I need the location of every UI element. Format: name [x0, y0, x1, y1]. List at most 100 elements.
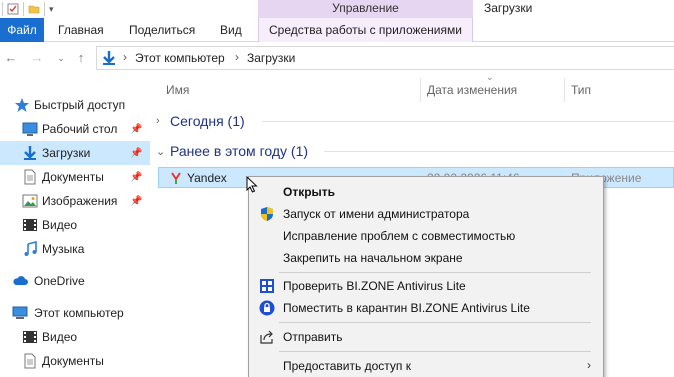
group-divider: [262, 121, 674, 122]
ribbon-tabs: Файл Главная Поделиться Вид Средства раб…: [0, 18, 674, 42]
context-menu: Открыть Запуск от имени администратора И…: [248, 176, 604, 377]
tab-file[interactable]: Файл: [0, 18, 44, 42]
contextual-group-band: Управление: [258, 0, 473, 18]
tab-share[interactable]: Поделиться: [129, 18, 195, 42]
pin-icon[interactable]: 📌: [130, 172, 142, 183]
desktop-icon: [22, 122, 38, 136]
group-header-earlier[interactable]: ⌄ Ранее в этом году (1): [156, 140, 308, 162]
group-label: Сегодня (1): [170, 113, 245, 129]
customize-toolbar-icon[interactable]: ▾: [49, 4, 54, 15]
nav-item-videos[interactable]: Видео: [0, 213, 150, 237]
star-icon: [15, 98, 29, 112]
menu-item-pin-to-start[interactable]: Закрепить на начальном экране: [249, 247, 603, 269]
properties-icon[interactable]: [7, 3, 19, 15]
nav-item-label: Этот компьютер: [34, 306, 124, 320]
nav-item-label: Быстрый доступ: [34, 98, 126, 112]
file-name: Yandex: [187, 171, 227, 185]
cloud-icon: [13, 276, 28, 285]
menu-item-label: Проверить BI.ZONE Antivirus Lite: [283, 279, 466, 293]
tab-home[interactable]: Главная: [58, 18, 104, 42]
nav-item-documents[interactable]: Документы 📌: [0, 165, 150, 189]
menu-item-label: Отправить: [283, 330, 343, 344]
column-divider[interactable]: [420, 78, 421, 102]
menu-item-antivirus-scan[interactable]: Проверить BI.ZONE Antivirus Lite: [249, 275, 603, 297]
navigation-pane: Быстрый доступ Рабочий стол 📌 Загрузки 📌…: [0, 84, 150, 377]
yandex-logo-icon: [171, 172, 181, 184]
submenu-arrow-icon: ›: [587, 358, 591, 372]
address-bar-row: ← → ⌄ ↑ › Этот компьютер › Загрузки: [0, 43, 674, 74]
nav-item-this-pc-documents[interactable]: Документы: [0, 349, 150, 373]
menu-item-label: Поместить в карантин BI.ZONE Antivirus L…: [283, 301, 530, 315]
nav-item-label: Загрузки: [42, 146, 91, 160]
recent-locations-chevron-icon[interactable]: ⌄: [54, 51, 68, 65]
nav-item-label: Изображения: [42, 194, 118, 208]
menu-separator: [279, 272, 591, 273]
menu-item-label: Исправление проблем с совместимостью: [283, 229, 516, 243]
forward-arrow-icon[interactable]: →: [30, 51, 44, 65]
menu-item-label: Закрепить на начальном экране: [283, 251, 463, 265]
video-icon: [23, 219, 37, 231]
new-folder-icon[interactable]: [28, 3, 40, 15]
menu-separator: [279, 322, 591, 323]
nav-item-quick-access[interactable]: Быстрый доступ: [0, 93, 150, 117]
menu-item-share[interactable]: Отправить: [249, 326, 603, 348]
nav-item-label: Рабочий стол: [42, 122, 118, 136]
back-arrow-icon[interactable]: ←: [4, 51, 18, 65]
column-header-name[interactable]: Имя: [166, 78, 189, 102]
video-icon: [23, 331, 37, 343]
share-icon: [260, 330, 273, 344]
nav-item-music[interactable]: Музыка: [0, 237, 150, 261]
window-title: Загрузки: [484, 1, 533, 15]
breadcrumb-separator-icon[interactable]: ›: [123, 50, 127, 64]
menu-item-antivirus-quarantine[interactable]: Поместить в карантин BI.ZONE Antivirus L…: [249, 297, 603, 319]
breadcrumb-separator-icon[interactable]: ›: [235, 50, 239, 64]
column-header-type[interactable]: Тип: [571, 78, 591, 102]
nav-item-label: Видео: [42, 218, 78, 232]
menu-item-troubleshoot-compatibility[interactable]: Исправление проблем с совместимостью: [249, 225, 603, 247]
scan-icon: [260, 279, 274, 293]
quick-access-toolbar: ▾: [0, 0, 54, 18]
breadcrumb-downloads[interactable]: Загрузки: [247, 51, 295, 65]
nav-item-this-pc[interactable]: Этот компьютер: [0, 301, 150, 325]
tab-application-tools[interactable]: Средства работы с приложениями: [258, 18, 473, 42]
pictures-icon: [22, 194, 38, 208]
collapse-chevron-icon[interactable]: ⌄: [156, 145, 170, 158]
lock-icon: [259, 300, 275, 316]
column-divider[interactable]: [564, 78, 565, 102]
column-header-date[interactable]: Дата изменения: [427, 78, 517, 102]
nav-item-downloads[interactable]: Загрузки 📌: [0, 141, 150, 165]
documents-icon: [24, 353, 36, 369]
address-field[interactable]: › Этот компьютер › Загрузки: [96, 46, 674, 70]
toolbar-separator: [2, 2, 3, 16]
contextual-group-label: Управление: [332, 1, 399, 15]
breadcrumb-this-pc[interactable]: Этот компьютер: [135, 51, 225, 65]
music-icon: [24, 241, 37, 256]
menu-item-give-access[interactable]: Предоставить доступ к ›: [249, 355, 603, 377]
tab-view[interactable]: Вид: [220, 18, 242, 42]
pin-icon[interactable]: 📌: [130, 148, 142, 159]
nav-item-label: Видео: [42, 330, 78, 344]
group-label: Ранее в этом году (1): [170, 143, 309, 159]
menu-item-label: Открыть: [283, 185, 336, 199]
toolbar-separator: [44, 2, 45, 16]
download-icon: [24, 146, 36, 160]
menu-item-run-as-admin[interactable]: Запуск от имени администратора: [249, 203, 603, 225]
nav-item-onedrive[interactable]: OneDrive: [0, 269, 150, 293]
mouse-cursor-icon: [246, 176, 258, 193]
menu-item-label: Предоставить доступ к: [283, 359, 411, 373]
expand-chevron-icon[interactable]: ›: [156, 115, 170, 127]
nav-item-label: Документы: [42, 170, 104, 184]
up-arrow-icon[interactable]: ↑: [74, 51, 88, 65]
downloads-folder-icon: [103, 51, 115, 65]
pin-icon[interactable]: 📌: [130, 124, 142, 135]
menu-item-label: Запуск от имени администратора: [283, 207, 470, 221]
nav-item-label: OneDrive: [34, 274, 85, 288]
group-header-today[interactable]: › Сегодня (1): [156, 110, 245, 132]
menu-item-open[interactable]: Открыть: [249, 181, 603, 203]
nav-item-desktop[interactable]: Рабочий стол 📌: [0, 117, 150, 141]
pin-icon[interactable]: 📌: [130, 196, 142, 207]
shield-icon: [261, 207, 273, 221]
nav-item-this-pc-videos[interactable]: Видео: [0, 325, 150, 349]
documents-icon: [24, 169, 36, 185]
nav-item-pictures[interactable]: Изображения 📌: [0, 189, 150, 213]
